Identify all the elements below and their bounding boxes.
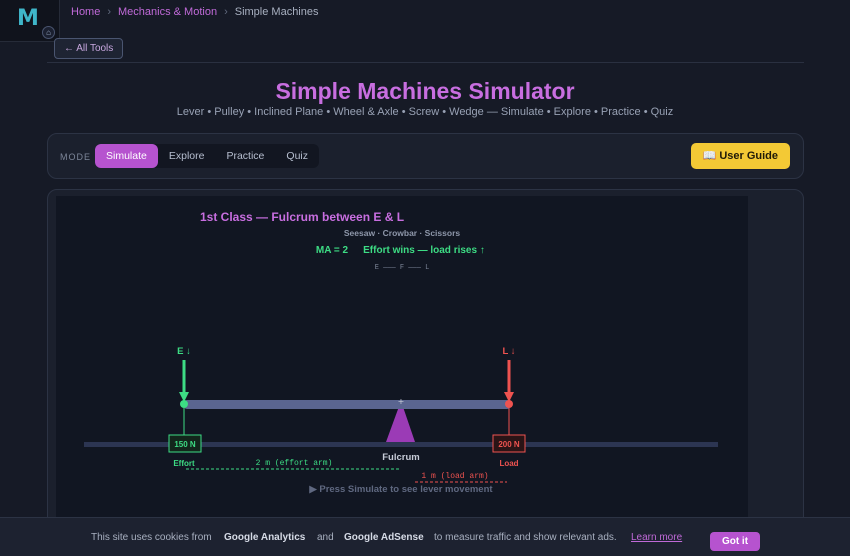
pivot-marker: + bbox=[398, 397, 405, 406]
lever-class-title: 1st Class — Fulcrum between E & L bbox=[200, 210, 404, 224]
effort-point[interactable] bbox=[180, 400, 188, 408]
user-guide-button[interactable]: 📖 User Guide bbox=[690, 143, 790, 169]
fulcrum-label: Fulcrum bbox=[382, 452, 419, 463]
load-force-value: 200 N bbox=[498, 440, 520, 449]
tab-quiz[interactable]: Quiz bbox=[275, 144, 319, 168]
mode-tabs: Simulate Explore Practice Quiz bbox=[95, 144, 319, 168]
tab-simulate[interactable]: Simulate bbox=[95, 144, 158, 168]
site-logo[interactable]: M ⌂ bbox=[0, 0, 60, 42]
breadcrumb: Home › Mechanics & Motion › Simple Machi… bbox=[71, 6, 319, 18]
learn-more-link[interactable]: Learn more bbox=[631, 532, 682, 543]
page-title: Simple Machines Simulator bbox=[275, 78, 575, 104]
mode-label: MODE bbox=[60, 152, 91, 162]
mechanical-advantage: MA = 2 bbox=[316, 245, 349, 256]
breadcrumb-separator: › bbox=[224, 6, 228, 18]
cookie-accept-button[interactable]: Got it bbox=[710, 532, 760, 551]
header-divider bbox=[47, 62, 804, 63]
logo-letter: M bbox=[17, 6, 39, 31]
load-arrow-label: L ↓ bbox=[502, 346, 515, 357]
home-icon[interactable]: ⌂ bbox=[42, 26, 55, 39]
mode-panel: MODE Simulate Explore Practice Quiz 📖 Us… bbox=[47, 133, 804, 179]
cookie-text-2: and bbox=[317, 532, 334, 543]
breadcrumb-mechanics[interactable]: Mechanics & Motion bbox=[118, 6, 217, 18]
effort-arm-label: 2 m (effort arm) bbox=[256, 459, 333, 468]
tab-practice[interactable]: Practice bbox=[215, 144, 275, 168]
breadcrumb-current: Simple Machines bbox=[234, 6, 319, 18]
breadcrumb-home[interactable]: Home bbox=[71, 6, 100, 18]
cookie-banner: This site uses cookies from Google Analy… bbox=[0, 517, 850, 556]
simulation-status: Effort wins — load rises ↑ bbox=[363, 245, 485, 256]
effort-caption: Effort bbox=[173, 459, 195, 468]
cookie-brand-analytics: Google Analytics bbox=[224, 532, 306, 543]
load-arm-label: 1 m (load arm) bbox=[421, 472, 488, 481]
effort-force-value: 150 N bbox=[174, 440, 196, 449]
simulate-hint: ▶ Press Simulate to see lever movement bbox=[308, 484, 493, 495]
lever-order-diagram: E ——— F ——— L bbox=[375, 264, 430, 272]
cookie-text-1: This site uses cookies from bbox=[91, 532, 212, 543]
breadcrumb-separator: › bbox=[107, 6, 112, 18]
load-caption: Load bbox=[499, 459, 518, 468]
cookie-brand-adsense: Google AdSense bbox=[344, 532, 424, 543]
tab-explore[interactable]: Explore bbox=[158, 144, 216, 168]
lever-beam[interactable] bbox=[184, 400, 510, 409]
load-point[interactable] bbox=[505, 400, 513, 408]
lever-examples: Seesaw · Crowbar · Scissors bbox=[344, 228, 460, 238]
effort-arrow-label: E ↓ bbox=[177, 346, 191, 357]
lever-canvas[interactable]: 1st Class — Fulcrum between E & L Seesaw… bbox=[56, 196, 748, 517]
page-subtitle: Lever • Pulley • Inclined Plane • Wheel … bbox=[176, 106, 674, 118]
cookie-text-3: to measure traffic and show relevant ads… bbox=[434, 532, 617, 543]
all-tools-button[interactable]: ← All Tools bbox=[54, 38, 124, 59]
